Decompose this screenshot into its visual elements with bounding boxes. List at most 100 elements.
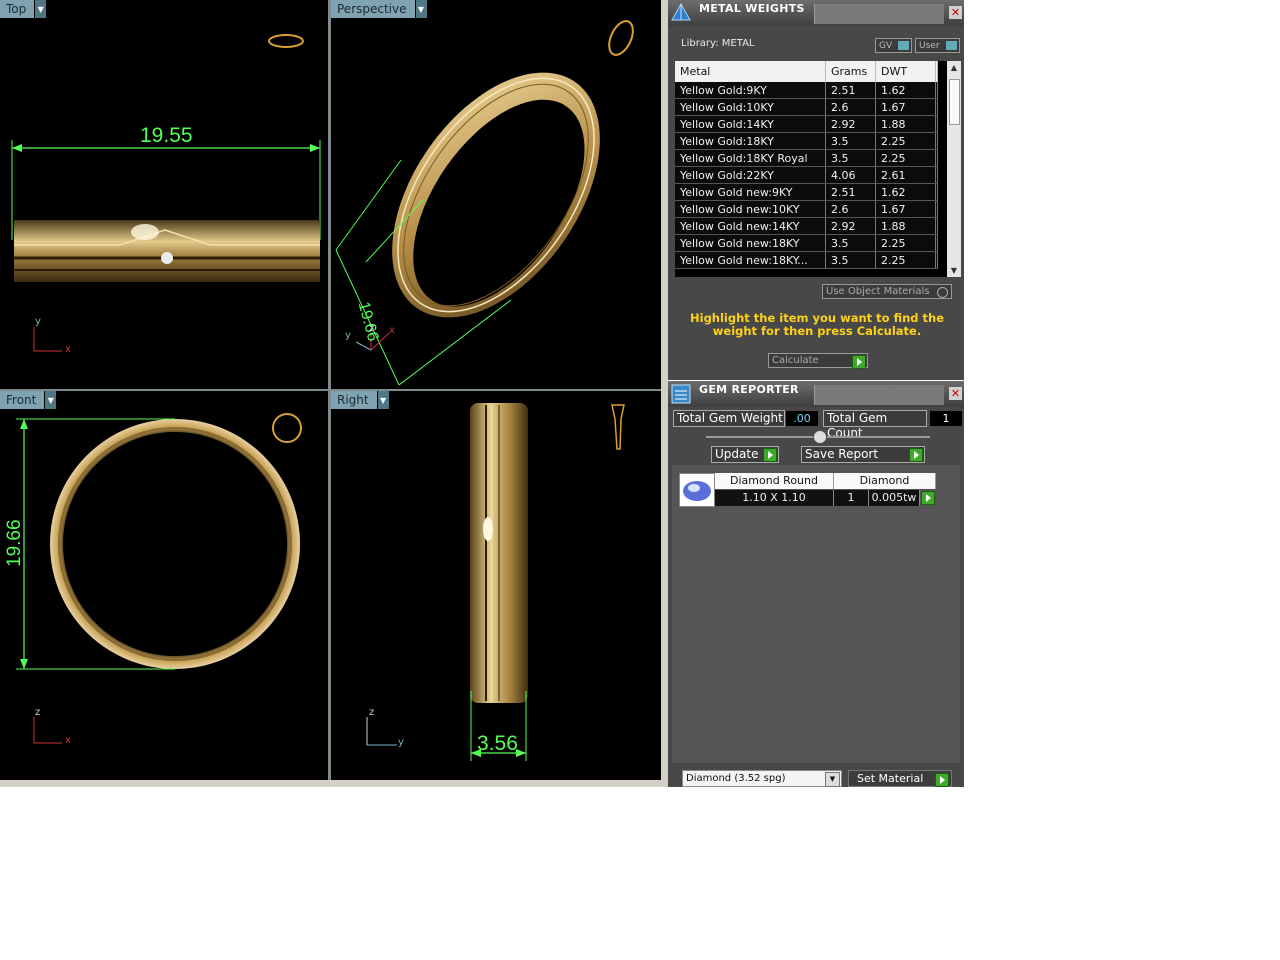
scroll-thumb[interactable] bbox=[949, 79, 960, 125]
update-button[interactable]: Update bbox=[711, 446, 779, 463]
dwt-cell: 1.88 bbox=[875, 217, 936, 235]
column-header-grams[interactable]: Grams bbox=[825, 61, 876, 82]
gem-thumbnail[interactable] bbox=[679, 473, 715, 507]
viewport-top[interactable]: Top ▼ 19.55 y x bbox=[0, 0, 328, 389]
table-row[interactable]: Yellow Gold:22KY 4.06 2.61 bbox=[675, 166, 938, 184]
table-row[interactable]: Yellow Gold new:9KY 2.51 1.62 bbox=[675, 183, 938, 201]
metal-cell: Yellow Gold new:9KY bbox=[675, 183, 826, 201]
axis-x-label: x bbox=[389, 325, 395, 336]
axis-x-label: x bbox=[65, 735, 71, 746]
grams-cell: 3.5 bbox=[825, 234, 876, 252]
user-label: User bbox=[919, 41, 940, 51]
viewport-tab-perspective[interactable]: Perspective ▼ bbox=[331, 0, 427, 18]
close-icon[interactable]: ✕ bbox=[949, 6, 962, 19]
dwt-cell: 1.67 bbox=[875, 200, 936, 218]
library-label: Library: METAL bbox=[681, 38, 755, 49]
calculate-hint: Highlight the item you want to find the … bbox=[690, 311, 944, 338]
dwt-cell: 1.62 bbox=[875, 183, 936, 201]
column-header-metal[interactable]: Metal bbox=[675, 61, 826, 82]
viewport-right[interactable]: Right ▼ 3.56 z y bbox=[331, 391, 661, 780]
gem-weight: 0.005tw bbox=[869, 490, 920, 506]
row-spacer bbox=[935, 200, 938, 218]
calculate-label: Calculate bbox=[772, 355, 819, 366]
grams-cell: 2.92 bbox=[825, 115, 876, 133]
table-row[interactable]: Yellow Gold new:18KY 3.5 2.25 bbox=[675, 234, 938, 252]
dwt-cell: 2.25 bbox=[875, 234, 936, 252]
dwt-cell: 2.25 bbox=[875, 132, 936, 150]
gv-label: GV bbox=[879, 41, 893, 51]
gem-row-go-icon[interactable] bbox=[921, 491, 935, 505]
titlebar-drag-area[interactable] bbox=[814, 4, 944, 24]
total-gem-count-label: Total Gem Count bbox=[823, 410, 927, 440]
viewport-tab-label: Right bbox=[331, 391, 377, 409]
table-row[interactable]: Yellow Gold new:18KY... 3.5 2.25 bbox=[675, 251, 938, 269]
material-select[interactable]: Diamond (3.52 spg) ▼ bbox=[682, 770, 842, 787]
table-row[interactable]: Yellow Gold:14KY 2.92 1.88 bbox=[675, 115, 938, 133]
gem-size: 1.10 X 1.10 bbox=[715, 490, 834, 506]
radio-circle-icon bbox=[937, 287, 948, 298]
row-spacer bbox=[935, 149, 938, 167]
row-spacer bbox=[935, 98, 938, 116]
table-row[interactable]: Yellow Gold new:14KY 2.92 1.88 bbox=[675, 217, 938, 235]
panel-title: METAL WEIGHTS bbox=[699, 2, 805, 15]
axis-z-label: z bbox=[35, 707, 41, 718]
row-spacer bbox=[935, 82, 938, 99]
table-row[interactable]: Yellow Gold:18KY Royal 3.5 2.25 bbox=[675, 149, 938, 167]
viewport-front[interactable]: Front ▼ 19.66 z x bbox=[0, 391, 328, 780]
calculate-button[interactable]: Calculate bbox=[768, 353, 868, 369]
column-header-spacer bbox=[935, 61, 938, 82]
chevron-down-icon[interactable]: ▼ bbox=[35, 0, 47, 18]
gem-list bbox=[672, 465, 960, 763]
table-row[interactable]: Yellow Gold:18KY 3.5 2.25 bbox=[675, 132, 938, 150]
table-row[interactable]: Yellow Gold:9KY 2.51 1.62 bbox=[675, 82, 938, 99]
metal-table[interactable]: Metal Grams DWT Yellow Gold:9KY 2.51 1.62 Y… bbox=[675, 61, 961, 277]
metal-cell: Yellow Gold:9KY bbox=[675, 82, 826, 99]
viewport-tab-right[interactable]: Right ▼ bbox=[331, 391, 389, 409]
use-object-materials-toggle[interactable]: Use Object Materials bbox=[822, 284, 952, 299]
toggle-indicator-icon bbox=[946, 41, 957, 50]
chevron-down-icon[interactable]: ▼ bbox=[45, 391, 57, 409]
save-report-label: Save Report bbox=[805, 447, 879, 461]
dimension-height: 19.66 bbox=[4, 519, 25, 567]
chevron-down-icon[interactable]: ▼ bbox=[825, 772, 840, 787]
table-row[interactable]: Yellow Gold new:10KY 2.6 1.67 bbox=[675, 200, 938, 218]
gem-cut: Diamond Round bbox=[715, 473, 834, 489]
viewport-tab-label: Perspective bbox=[331, 0, 415, 18]
ring-icon bbox=[268, 34, 304, 48]
gv-toggle[interactable]: GV bbox=[875, 38, 912, 53]
grams-cell: 4.06 bbox=[825, 166, 876, 184]
total-gem-count-value: 1 bbox=[930, 411, 962, 426]
gem-slider-knob[interactable] bbox=[813, 430, 827, 444]
metal-cell: Yellow Gold:22KY bbox=[675, 166, 826, 184]
material-select-value: Diamond (3.52 spg) bbox=[686, 773, 786, 784]
save-report-button[interactable]: Save Report bbox=[801, 446, 925, 463]
metal-weights-logo-icon bbox=[671, 2, 691, 21]
axis-z-label: z bbox=[369, 707, 375, 718]
user-toggle[interactable]: User bbox=[915, 38, 960, 53]
toggle-indicator-icon bbox=[898, 41, 909, 50]
metal-weights-titlebar[interactable]: METAL WEIGHTS ✕ bbox=[668, 0, 964, 26]
right-view-render bbox=[366, 403, 625, 761]
axis-y-label: y bbox=[398, 737, 404, 748]
viewport-tab-front[interactable]: Front ▼ bbox=[0, 391, 57, 409]
set-material-button[interactable]: Set Material bbox=[848, 770, 952, 787]
titlebar-drag-area[interactable] bbox=[814, 385, 944, 405]
dwt-cell: 1.67 bbox=[875, 98, 936, 116]
scroll-down-icon[interactable]: ▼ bbox=[947, 266, 961, 275]
gem-reporter-titlebar[interactable]: GEM REPORTER ✕ bbox=[668, 381, 964, 407]
gem-material: Diamond bbox=[834, 473, 936, 489]
close-icon[interactable]: ✕ bbox=[949, 387, 962, 400]
column-header-dwt[interactable]: DWT bbox=[875, 61, 936, 82]
viewport-perspective[interactable]: Perspective ▼ 19.66 y z x bbox=[331, 0, 661, 389]
metal-weights-panel: METAL WEIGHTS ✕ Library: METAL GV User M… bbox=[668, 0, 964, 380]
play-arrow-icon bbox=[852, 355, 866, 369]
viewport-tab-top[interactable]: Top ▼ bbox=[0, 0, 47, 18]
chevron-down-icon[interactable]: ▼ bbox=[415, 0, 427, 18]
scroll-up-icon[interactable]: ▲ bbox=[947, 63, 961, 72]
grams-cell: 2.6 bbox=[825, 200, 876, 218]
metal-table-scrollbar[interactable]: ▲ ▼ bbox=[947, 61, 961, 277]
chevron-down-icon[interactable]: ▼ bbox=[377, 391, 389, 409]
table-header-row: Metal Grams DWT bbox=[675, 61, 938, 82]
metal-cell: Yellow Gold:18KY Royal bbox=[675, 149, 826, 167]
table-row[interactable]: Yellow Gold:10KY 2.6 1.67 bbox=[675, 98, 938, 116]
